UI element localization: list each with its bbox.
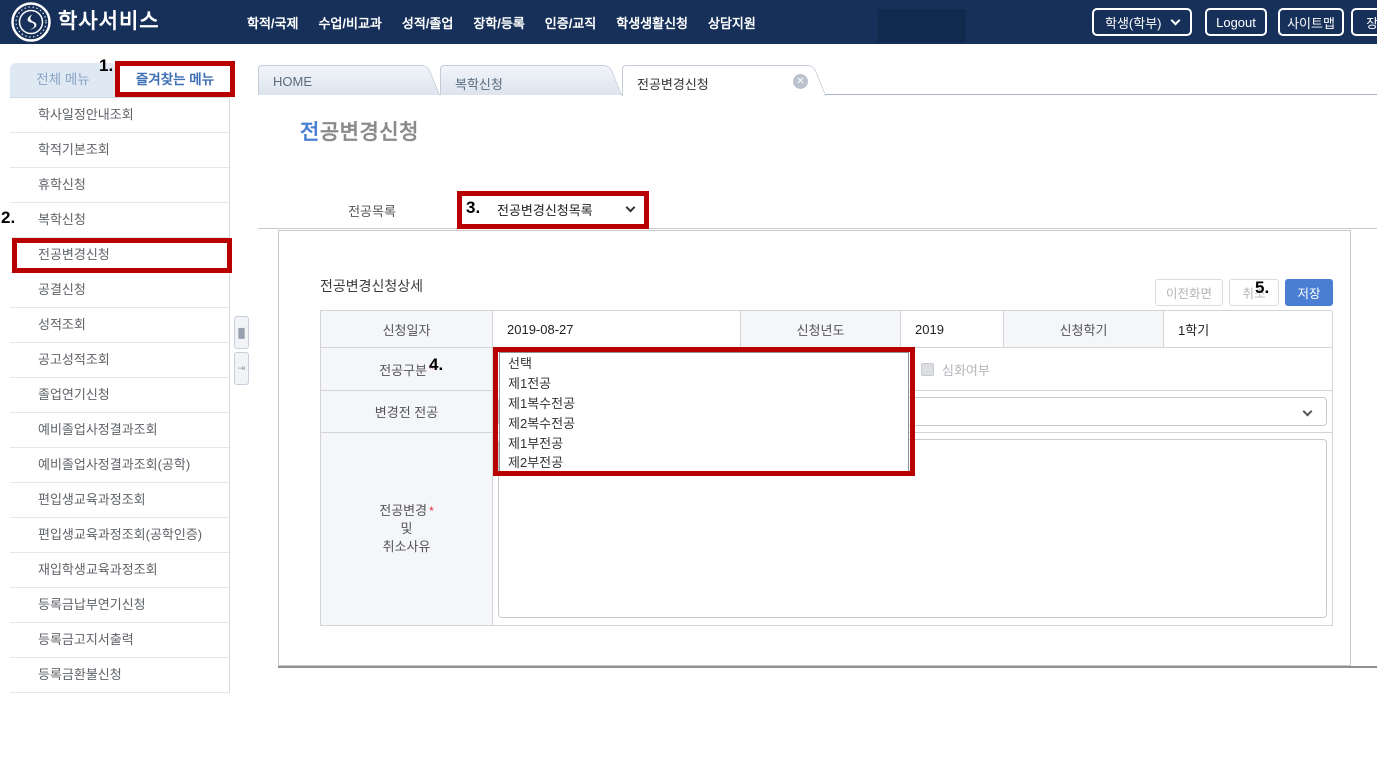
sidebar-menu-item[interactable]: 복학신청 xyxy=(10,203,229,238)
sidebar-menu-item[interactable]: 등록금환불신청 xyxy=(10,658,229,693)
major-list-label: 전공목록 xyxy=(322,201,422,220)
deepening-label: 심화여부 xyxy=(942,360,990,379)
previous-screen-button[interactable]: 이전화면 xyxy=(1155,279,1223,306)
cancel-button[interactable]: 취소 xyxy=(1229,279,1279,306)
sidebar-menu-list: 학사일정안내조회학적기본조회휴학신청복학신청전공변경신청공결신청성적조회공고성적… xyxy=(10,97,230,693)
accessibility-button[interactable]: 장애접수 xyxy=(1351,8,1377,36)
major-list-dropdown[interactable]: 전공변경신청목록 xyxy=(497,200,593,219)
dropdown-option[interactable]: 제2복수전공 xyxy=(500,412,908,432)
dropdown-option[interactable]: 제1복수전공 xyxy=(500,393,908,413)
major-type-dropdown-list: 선택제1전공제1복수전공제2복수전공제1부전공제2부전공 xyxy=(499,352,909,473)
tab-home[interactable]: HOME xyxy=(258,65,422,95)
nav-menu-item[interactable]: 상담지원 xyxy=(708,13,756,32)
checkbox-icon xyxy=(921,363,934,376)
nav-menu-item[interactable]: 성적/졸업 xyxy=(402,13,453,32)
sidebar-menu-item[interactable]: 졸업연기신청 xyxy=(10,378,229,413)
apply-year-value: 2019 xyxy=(901,311,1004,348)
reason-label-line2: 및 xyxy=(401,520,413,538)
role-selector-label: 학생(학부) xyxy=(1105,13,1162,32)
logout-button[interactable]: Logout xyxy=(1205,8,1267,36)
redacted-username xyxy=(878,9,966,42)
sidebar-menu-item[interactable]: 등록금고지서출력 xyxy=(10,623,229,658)
sidebar-menu-item[interactable]: 공결신청 xyxy=(10,273,229,308)
sidebar-menu-item[interactable]: 전공변경신청 xyxy=(10,238,229,273)
sidebar-menu-item[interactable]: 예비졸업사정결과조회(공학) xyxy=(10,448,229,483)
apply-date-value: 2019-08-27 xyxy=(493,311,741,348)
reason-label-text: 전공변경 xyxy=(379,503,427,518)
brand-title[interactable]: 학사서비스 xyxy=(58,0,160,44)
sidebar-menu-item[interactable]: 학사일정안내조회 xyxy=(10,98,229,133)
sidebar-menu-item[interactable]: 재입학생교육과정조회 xyxy=(10,553,229,588)
sidebar-tab-all-menu[interactable]: 전체 메뉴 xyxy=(10,63,116,97)
tab-major-change[interactable]: 전공변경신청 ✕ xyxy=(622,65,808,96)
sidebar-menu-item[interactable]: 등록금납부연기신청 xyxy=(10,588,229,623)
major-type-label-text: 전공구분 xyxy=(379,360,427,379)
nav-menu-item[interactable]: 인증/교직 xyxy=(545,13,596,32)
page: { "navbar": { "brand": "학사서비스", "menu": … xyxy=(0,0,1377,769)
tab-close-icon[interactable]: ✕ xyxy=(793,74,808,89)
apply-date-label: 신청일자 xyxy=(321,311,493,348)
content-bottom-line xyxy=(278,666,1377,668)
sidebar-menu-item[interactable]: 성적조회 xyxy=(10,308,229,343)
apply-term-value: 1학기 xyxy=(1164,311,1333,348)
page-title: 전공변경신청 xyxy=(300,116,419,146)
page-title-rest: 공변경신청 xyxy=(320,121,419,144)
university-emblem-icon xyxy=(11,2,51,42)
nav-menu-item[interactable]: 학생생활신청 xyxy=(616,13,688,32)
dropdown-option[interactable]: 제1전공 xyxy=(500,373,908,393)
dropdown-option[interactable]: 선택 xyxy=(500,353,908,373)
sidebar-menu-item[interactable]: 휴학신청 xyxy=(10,168,229,203)
save-button[interactable]: 저장 xyxy=(1285,279,1333,306)
dropdown-option[interactable]: 제1부전공 xyxy=(500,432,908,452)
splitter-collapse-button[interactable]: ⇥ xyxy=(234,352,249,385)
sidebar-menu-item[interactable]: 예비졸업사정결과조회 xyxy=(10,413,229,448)
nav-menu-item[interactable]: 학적/국제 xyxy=(247,13,298,32)
detail-section-title: 전공변경신청상세 xyxy=(320,276,423,296)
divider-line xyxy=(258,228,1377,229)
reason-label-line1: 전공변경* xyxy=(379,502,434,520)
chevron-down-icon xyxy=(626,203,636,213)
annotation-marker-3: 3. xyxy=(466,198,480,218)
sidebar-menu-item[interactable]: 공고성적조회 xyxy=(10,343,229,378)
splitter-grip-button[interactable]: ▐▌ xyxy=(234,316,249,349)
top-navbar: 학사서비스 학적/국제 수업/비교과 성적/졸업 장학/등록 인증/교직 학생생활신청 상담… xyxy=(0,0,1377,44)
nav-menu-item[interactable]: 수업/비교과 xyxy=(318,13,381,32)
sidebar-menu-item[interactable]: 학적기본조회 xyxy=(10,133,229,168)
chevron-down-icon xyxy=(1303,407,1313,417)
tab-major-change-label: 전공변경신청 xyxy=(637,77,709,92)
chevron-down-icon xyxy=(1171,16,1181,26)
reason-label-line3: 취소사유 xyxy=(383,538,431,556)
sidebar-tab-favorites[interactable]: 즐겨찾는 메뉴 xyxy=(117,63,233,97)
global-menu: 학적/국제 수업/비교과 성적/졸업 장학/등록 인증/교직 학생생활신청 상담지원 xyxy=(247,0,756,44)
sitemap-button[interactable]: 사이트맵 xyxy=(1278,8,1344,36)
apply-term-label: 신청학기 xyxy=(1004,311,1164,348)
before-major-label: 변경전 전공 xyxy=(321,391,493,433)
sidebar-menu-item[interactable]: 편입생교육과정조회(공학인증) xyxy=(10,518,229,553)
role-selector-button[interactable]: 학생(학부) xyxy=(1092,8,1192,36)
major-type-label: 전공구분* xyxy=(321,348,493,391)
page-title-accent: 전 xyxy=(300,121,320,144)
nav-menu-item[interactable]: 장학/등록 xyxy=(473,13,524,32)
apply-year-label: 신청년도 xyxy=(741,311,901,348)
deepening-checkbox[interactable]: 심화여부 xyxy=(921,348,990,390)
dropdown-option[interactable]: 제2부전공 xyxy=(500,452,908,472)
sidebar-menu-item[interactable]: 편입생교육과정조회 xyxy=(10,483,229,518)
reason-label: 전공변경* 및 취소사유 xyxy=(321,433,493,626)
required-mark: * xyxy=(429,504,434,518)
required-mark: * xyxy=(429,362,434,376)
tab-return-to-school[interactable]: 복학신청 xyxy=(440,65,604,95)
